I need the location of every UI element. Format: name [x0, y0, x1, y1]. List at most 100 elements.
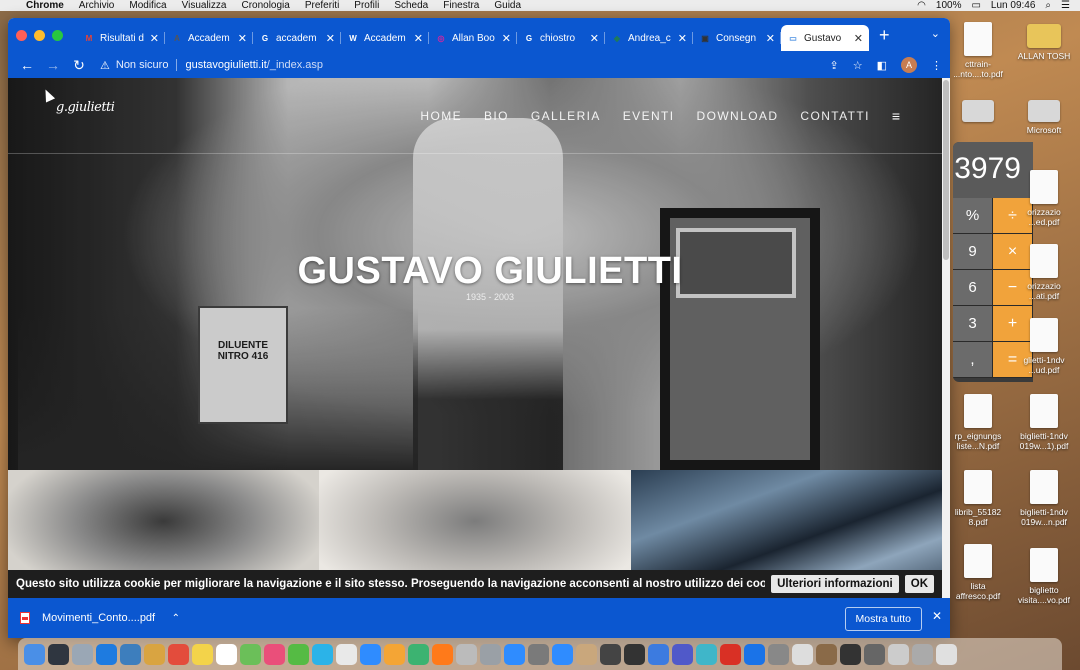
- dock-app-icon[interactable]: [456, 643, 477, 665]
- nav-download[interactable]: DOWNLOAD: [697, 109, 779, 123]
- share-icon[interactable]: ⇪: [830, 59, 839, 72]
- tab-close-icon[interactable]: ✕: [238, 32, 247, 45]
- new-tab-button[interactable]: +: [879, 25, 890, 46]
- calculator-key[interactable]: 9: [953, 234, 993, 270]
- profile-avatar[interactable]: A: [901, 57, 917, 73]
- dock-app-icon[interactable]: [744, 643, 765, 665]
- address-bar[interactable]: ⚠ Non sicuro gustavogiulietti.it/_index.…: [100, 59, 830, 72]
- desktop-file[interactable]: librib_55182 8.pdf: [942, 470, 1014, 527]
- dock-app-icon[interactable]: [24, 643, 45, 665]
- dock-app-icon[interactable]: [864, 643, 885, 665]
- minimize-window-button[interactable]: [34, 29, 45, 41]
- close-window-button[interactable]: [16, 29, 27, 41]
- dock-app-icon[interactable]: [72, 643, 93, 665]
- browser-tab[interactable]: Gaccadem ✕: [253, 25, 341, 51]
- calculator-key[interactable]: 3: [953, 306, 993, 342]
- browser-tab[interactable]: Gchiostro ✕: [517, 25, 605, 51]
- desktop-file[interactable]: orizzazio ...ed.pdf: [1008, 170, 1080, 227]
- tab-close-icon[interactable]: ✕: [414, 32, 423, 45]
- menu-chrome[interactable]: Chrome: [26, 0, 64, 11]
- dock-app-icon[interactable]: [600, 643, 621, 665]
- dock-app-icon[interactable]: [504, 643, 525, 665]
- dock-app-icon[interactable]: [360, 643, 381, 665]
- desktop-file[interactable]: ALLAN TOSH: [1008, 18, 1080, 61]
- nav-bio[interactable]: BIO: [484, 109, 509, 123]
- close-icon[interactable]: ✕: [932, 609, 942, 623]
- kebab-menu-icon[interactable]: ⋮: [931, 59, 942, 72]
- dock-app-icon[interactable]: [552, 643, 573, 665]
- menubar-clock[interactable]: Lun 09:46: [991, 0, 1036, 11]
- wifi-icon[interactable]: ◠: [917, 0, 926, 11]
- nav-galleria[interactable]: GALLERIA: [531, 109, 601, 123]
- browser-tab[interactable]: ◎ Allan Boo ✕: [429, 25, 517, 51]
- dock-app-icon[interactable]: [576, 643, 597, 665]
- dock-app-icon[interactable]: [888, 643, 909, 665]
- menu-visualizza[interactable]: Visualizza: [182, 0, 227, 11]
- desktop-file[interactable]: rp_eignungs liste...N.pdf: [942, 394, 1014, 451]
- battery-percent[interactable]: 100%: [936, 0, 962, 11]
- dock-app-icon[interactable]: [624, 643, 645, 665]
- menu-guida[interactable]: Guida: [494, 0, 521, 11]
- battery-icon[interactable]: ▭: [971, 0, 980, 11]
- download-file-name[interactable]: Movimenti_Conto....pdf: [42, 612, 166, 624]
- dock-app-icon[interactable]: [168, 643, 189, 665]
- dock-app-icon[interactable]: [336, 643, 357, 665]
- tab-close-icon[interactable]: ✕: [854, 32, 863, 45]
- dock-app-icon[interactable]: [840, 643, 861, 665]
- dock-app-icon[interactable]: [120, 643, 141, 665]
- dock-app-icon[interactable]: [408, 643, 429, 665]
- cookie-ok-button[interactable]: OK: [904, 575, 934, 593]
- dock-app-icon[interactable]: [384, 643, 405, 665]
- tab-close-icon[interactable]: ✕: [150, 32, 159, 45]
- dock-app-icon[interactable]: [312, 643, 333, 665]
- dock-app-icon[interactable]: [480, 643, 501, 665]
- tab-close-icon[interactable]: ✕: [590, 32, 599, 45]
- menu-modifica[interactable]: Modifica: [129, 0, 166, 11]
- dock-app-icon[interactable]: [912, 643, 933, 665]
- dock-app-icon[interactable]: [48, 643, 69, 665]
- show-all-downloads-button[interactable]: Mostra tutto: [844, 607, 922, 631]
- desktop-file[interactable]: biglietti-1ndv 019w...1).pdf: [1008, 394, 1080, 451]
- dock-app-icon[interactable]: [144, 643, 165, 665]
- dock-app-icon[interactable]: [528, 643, 549, 665]
- nav-home[interactable]: HOME: [420, 109, 462, 123]
- dock-app-icon[interactable]: [216, 643, 237, 665]
- dock-app-icon[interactable]: [936, 643, 957, 665]
- side-panel-icon[interactable]: ◧: [877, 59, 887, 72]
- dock-app-icon[interactable]: [240, 643, 261, 665]
- back-button[interactable]: ←: [16, 57, 38, 73]
- dock-app-icon[interactable]: [792, 643, 813, 665]
- menu-cronologia[interactable]: Cronologia: [241, 0, 289, 11]
- hamburger-menu-icon[interactable]: ≡: [892, 108, 900, 124]
- menu-archivio[interactable]: Archivio: [79, 0, 115, 11]
- browser-tab[interactable]: A Accadem ✕: [165, 25, 253, 51]
- desktop-file[interactable]: biglietto visita....vo.pdf: [1008, 548, 1080, 605]
- browser-tab[interactable]: ▣ Consegn ✕: [693, 25, 781, 51]
- reload-button[interactable]: ↻: [68, 57, 90, 74]
- tab-close-icon[interactable]: ✕: [326, 32, 335, 45]
- tab-close-icon[interactable]: ✕: [766, 32, 775, 45]
- desktop-file[interactable]: orizzazio ...ati.pdf: [1008, 244, 1080, 301]
- calculator-key[interactable]: ,: [953, 342, 993, 378]
- dock-app-icon[interactable]: [264, 643, 285, 665]
- dock-app-icon[interactable]: [816, 643, 837, 665]
- control-center-icon[interactable]: ☰: [1061, 0, 1070, 11]
- cookie-more-info-button[interactable]: Ulteriori informazioni: [771, 575, 899, 593]
- calculator-key[interactable]: %: [953, 198, 993, 234]
- nav-eventi[interactable]: EVENTI: [623, 109, 675, 123]
- security-label[interactable]: Non sicuro: [116, 59, 169, 71]
- dock-app-icon[interactable]: [192, 643, 213, 665]
- tab-close-icon[interactable]: ✕: [502, 32, 511, 45]
- desktop-file[interactable]: Microsoft: [1008, 92, 1080, 135]
- dock-app-icon[interactable]: [288, 643, 309, 665]
- menu-preferiti[interactable]: Preferiti: [305, 0, 339, 11]
- dock-app-icon[interactable]: [432, 643, 453, 665]
- forward-button[interactable]: →: [42, 57, 64, 73]
- spotlight-icon[interactable]: ⌕: [1045, 0, 1051, 11]
- dock-app-icon[interactable]: [96, 643, 117, 665]
- dock-app-icon[interactable]: [672, 643, 693, 665]
- tab-close-icon[interactable]: ✕: [678, 32, 687, 45]
- dock-app-icon[interactable]: [648, 643, 669, 665]
- download-item[interactable]: Movimenti_Conto....pdf ⌃: [20, 612, 180, 624]
- menu-scheda[interactable]: Scheda: [394, 0, 428, 11]
